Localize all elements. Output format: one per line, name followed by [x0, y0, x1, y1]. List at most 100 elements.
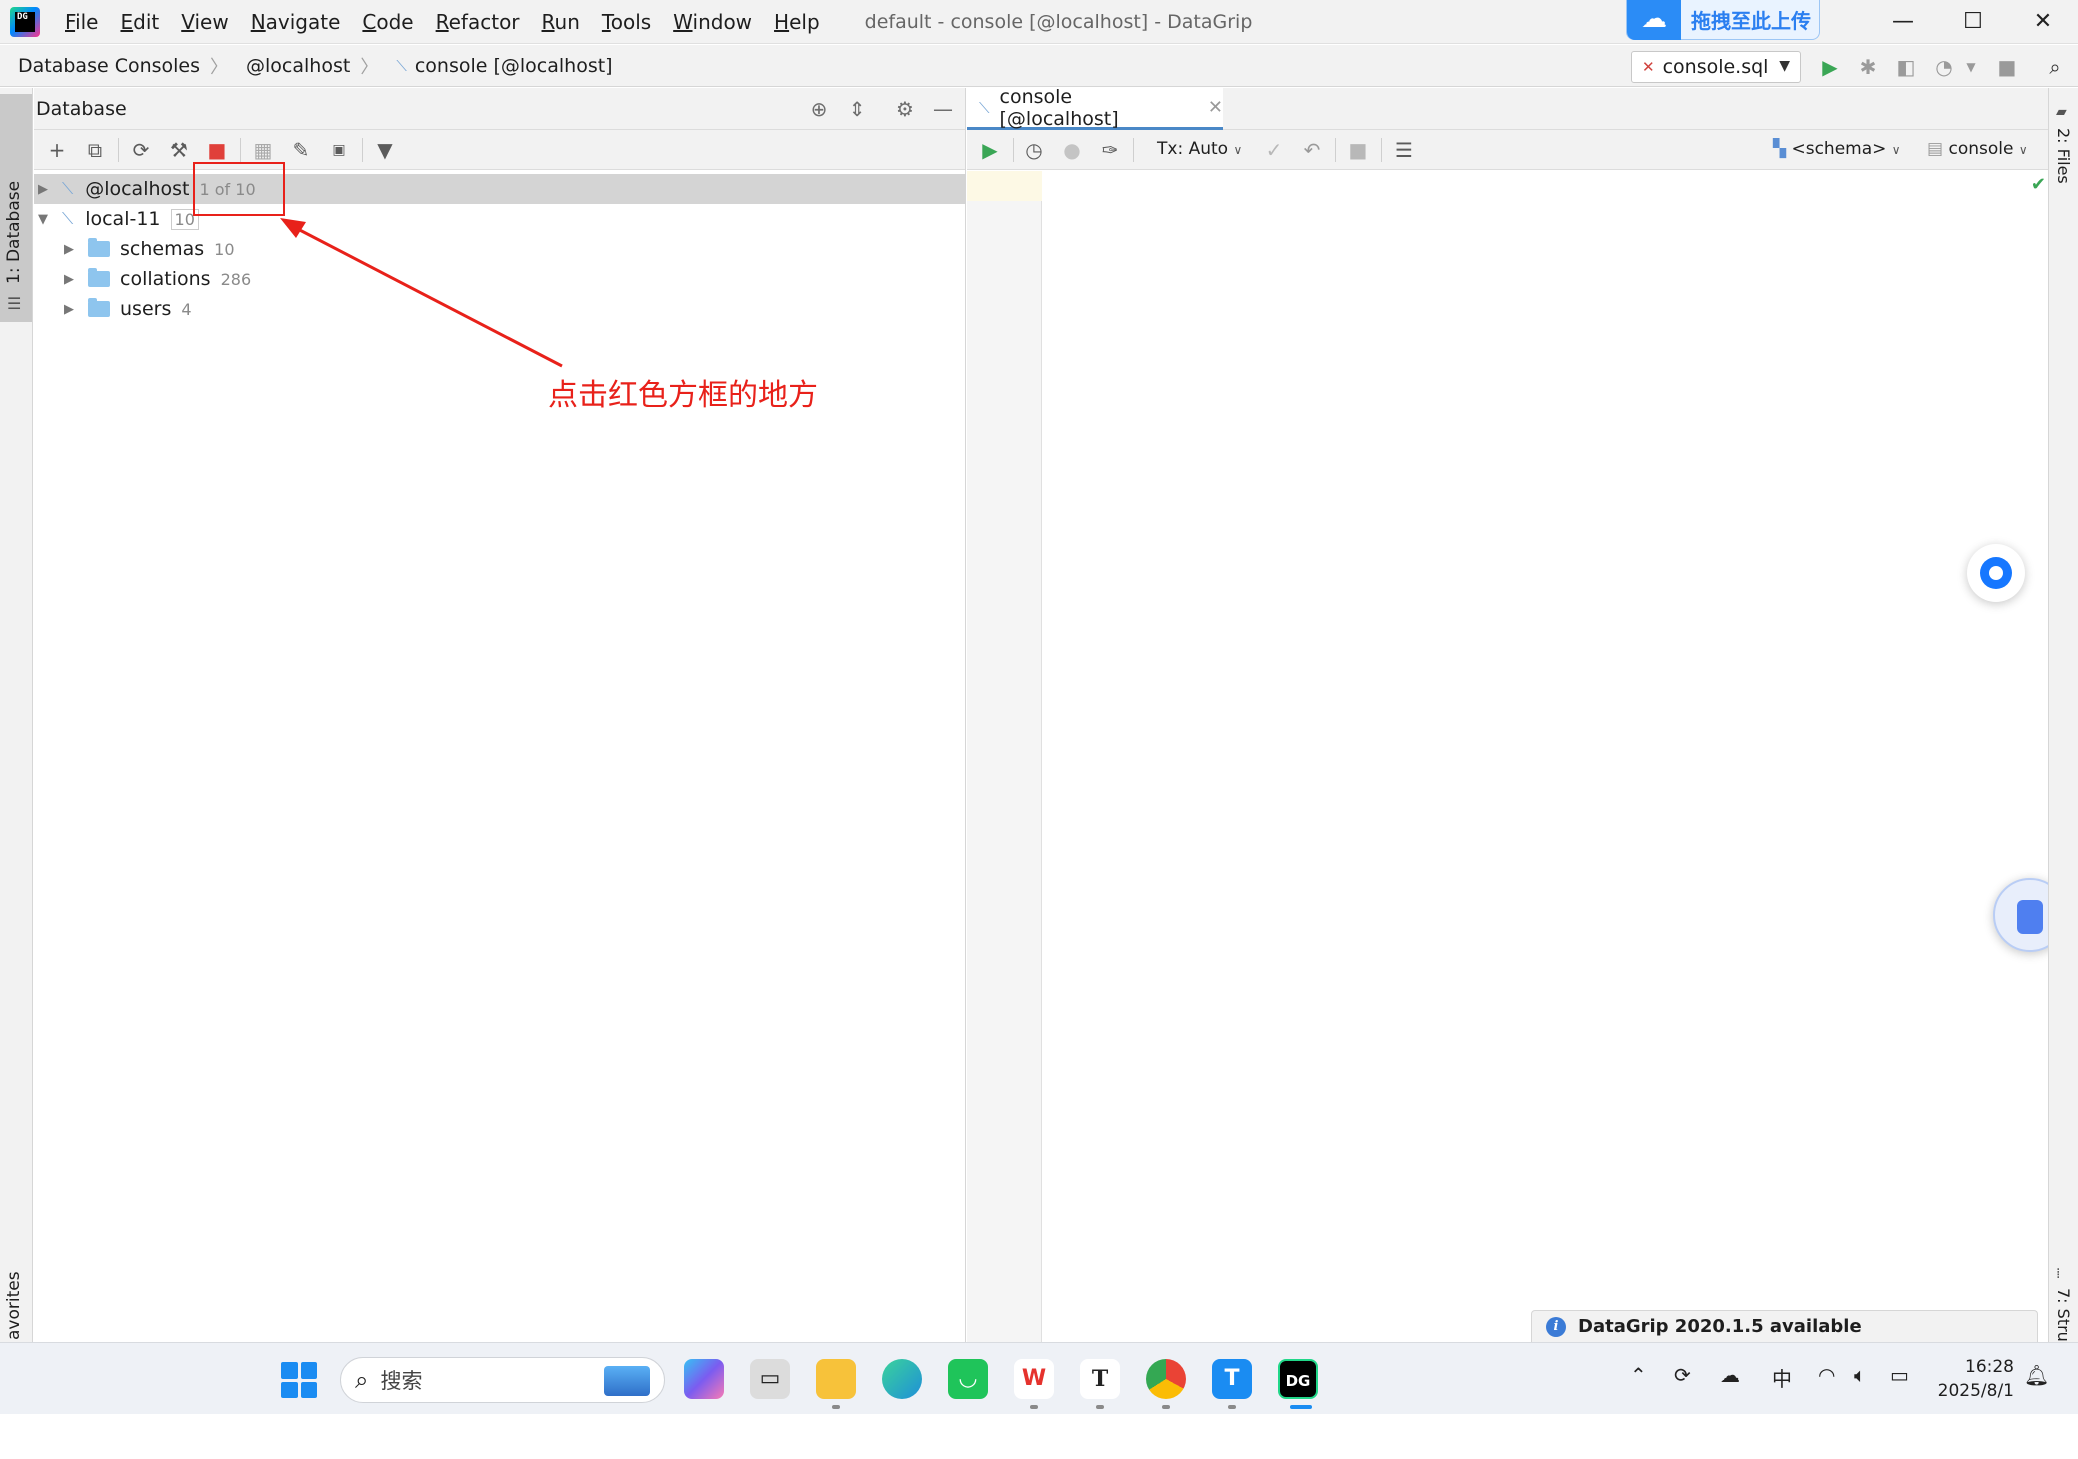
collapse-arrow-icon[interactable]: ▼ — [34, 212, 52, 227]
menu-window[interactable]: Window — [662, 10, 763, 34]
refresh-icon[interactable]: ⟳ — [126, 136, 156, 164]
menu-view[interactable]: View — [170, 10, 239, 34]
windows-start-icon[interactable] — [281, 1362, 317, 1398]
output-layout-icon[interactable]: ☰ — [1389, 136, 1419, 164]
stop-icon[interactable]: ■ — [1992, 53, 2022, 81]
navigation-bar: Database Consoles 〉 @localhost 〉 ⟍ conso… — [0, 45, 2078, 87]
floating-assistant-button[interactable] — [1967, 544, 2025, 602]
stop-icon[interactable]: ■ — [1343, 136, 1373, 164]
tree-node-collations[interactable]: ▶ collations 286 — [34, 264, 966, 294]
menu-edit[interactable]: Edit — [109, 10, 170, 34]
favorites-tool-tab[interactable]: avorites — [4, 1271, 24, 1340]
tab-console[interactable]: ⟍ console [@localhost] ✕ — [967, 85, 1223, 130]
menu-refactor[interactable]: Refactor — [425, 10, 531, 34]
editor-toolbar: ▶ ◷ ● ✑ Tx: Auto ∨ ✓ ↶ ■ ☰ ▚ <schema> ∨ … — [967, 130, 2048, 170]
explain-plan-icon[interactable]: ● — [1057, 136, 1087, 164]
battery-icon[interactable]: ▭ — [1890, 1363, 1909, 1387]
typora-icon[interactable]: T — [1080, 1359, 1120, 1399]
file-explorer-icon[interactable] — [816, 1359, 856, 1399]
menu-file[interactable]: File — [54, 10, 109, 34]
profile-icon[interactable]: ◔ — [1929, 53, 1959, 81]
execute-icon[interactable]: ▶ — [975, 136, 1005, 164]
wifi-icon[interactable]: ◠ — [1818, 1363, 1835, 1387]
expand-arrow-icon[interactable]: ▶ — [60, 272, 78, 287]
console-icon: ▤ — [1927, 139, 1944, 159]
run-configuration-select[interactable]: ✕ console.sql ▼ — [1631, 51, 1801, 83]
tab-label: console [@localhost] — [999, 85, 1119, 130]
rollback-icon[interactable]: ↶ — [1297, 136, 1327, 164]
coverage-icon[interactable]: ◧ — [1891, 53, 1921, 81]
copilot-icon[interactable] — [684, 1359, 724, 1399]
breadcrumb-item-console[interactable]: console [@localhost] — [415, 55, 613, 77]
hide-panel-icon[interactable]: — — [928, 96, 958, 122]
table-icon[interactable]: ▦ — [248, 136, 278, 164]
tray-overflow-icon[interactable]: ⌃ — [1630, 1363, 1647, 1387]
folder-icon — [88, 298, 110, 317]
sync-icon[interactable]: ⟳ — [1674, 1363, 1691, 1387]
menu-help[interactable]: Help — [763, 10, 831, 34]
upload-drop-target[interactable]: ☁ 拖拽至此上传 — [1626, 0, 1820, 40]
tree-node-local-11[interactable]: ▼ ⟍ local-11 10 — [34, 204, 966, 234]
menu-navigate[interactable]: Navigate — [240, 10, 352, 34]
tree-node-localhost[interactable]: ▶ ⟍ @localhost 1 of 10 — [34, 174, 966, 204]
current-line-highlight — [967, 171, 1042, 201]
breadcrumb-item-localhost[interactable]: @localhost — [246, 55, 350, 77]
query-console-icon[interactable]: ▣ — [324, 136, 354, 164]
duplicate-icon[interactable]: ⧉ — [80, 136, 110, 164]
files-tool-tab[interactable]: 2: Files — [2054, 128, 2073, 184]
console-select[interactable]: ▤ console ∨ — [1927, 139, 2028, 159]
ime-indicator[interactable]: 中 — [1772, 1363, 1792, 1392]
gear-icon[interactable]: ⚙ — [890, 96, 920, 122]
tree-node-users[interactable]: ▶ users 4 — [34, 294, 966, 324]
close-tab-icon[interactable]: ✕ — [1208, 97, 1223, 118]
update-notification[interactable]: i DataGrip 2020.1.5 available — [1531, 1310, 2038, 1342]
wechat-app-icon[interactable]: ◡ — [948, 1359, 988, 1399]
t-app-icon[interactable]: T — [1212, 1359, 1252, 1399]
volume-icon[interactable]: 🔈︎ — [1854, 1363, 1866, 1387]
chevron-down-icon[interactable]: ▼ — [1956, 53, 1986, 81]
close-window-button[interactable]: ✕ — [2008, 0, 2078, 44]
chrome-icon[interactable] — [1146, 1359, 1186, 1399]
commit-icon[interactable]: ✓ — [1259, 136, 1289, 164]
menu-tools[interactable]: Tools — [591, 10, 662, 34]
taskbar-clock[interactable]: 16:28 2025/8/1 — [1930, 1355, 2014, 1403]
expand-arrow-icon[interactable]: ▶ — [60, 302, 78, 317]
toolbar-divider — [1013, 138, 1014, 162]
console-icon: ⟍ — [396, 56, 407, 75]
wps-icon[interactable]: W — [1014, 1359, 1054, 1399]
clock-time: 16:28 — [1965, 1357, 2014, 1377]
menu-code[interactable]: Code — [351, 10, 424, 34]
database-tool-tab[interactable]: 1: Database ☰ — [0, 94, 32, 322]
onedrive-icon[interactable]: ☁ — [1720, 1363, 1740, 1387]
structure-tool-tab[interactable]: 7: Stru — [2054, 1288, 2073, 1342]
run-icon[interactable]: ▶ — [1815, 53, 1845, 81]
maximize-button[interactable]: ☐ — [1938, 0, 2008, 44]
expand-arrow-icon[interactable]: ▶ — [60, 242, 78, 257]
properties-icon[interactable]: ⚒ — [164, 136, 194, 164]
task-view-icon[interactable]: ▭ — [750, 1359, 790, 1399]
stop-icon[interactable]: ■ — [202, 136, 232, 164]
collapse-all-icon[interactable]: ⇕ — [842, 96, 872, 122]
expand-arrow-icon[interactable]: ▶ — [34, 182, 52, 197]
taskbar-search-input[interactable]: ⌕ 搜索 — [340, 1357, 665, 1403]
edit-icon[interactable]: ✎ — [286, 136, 316, 164]
datagrip-taskbar-icon[interactable]: DG — [1278, 1359, 1318, 1399]
notification-bell-icon[interactable]: 🔔︎ — [2024, 1363, 2049, 1387]
locate-icon[interactable]: ⊕ — [804, 96, 834, 122]
search-everywhere-icon[interactable]: ⌕ — [2040, 53, 2070, 81]
breadcrumb-item-database-consoles[interactable]: Database Consoles — [18, 55, 200, 77]
menu-run[interactable]: Run — [531, 10, 591, 34]
filter-icon[interactable]: ▼ — [370, 136, 400, 164]
sql-file-icon: ✕ — [1642, 58, 1655, 76]
edge-icon[interactable] — [882, 1359, 922, 1399]
editor-gutter — [967, 171, 1042, 1342]
schema-select[interactable]: ▚ <schema> ∨ — [1773, 139, 1901, 159]
debug-icon[interactable]: ✱ — [1853, 53, 1883, 81]
minimize-button[interactable]: — — [1868, 0, 1938, 44]
settings-wrench-icon[interactable]: ✑ — [1095, 136, 1125, 164]
history-icon[interactable]: ◷ — [1019, 136, 1049, 164]
transaction-mode-select[interactable]: Tx: Auto ∨ — [1157, 139, 1242, 159]
annotation-highlight-box — [193, 162, 285, 216]
tree-node-schemas[interactable]: ▶ schemas 10 — [34, 234, 966, 264]
add-icon[interactable]: + — [42, 136, 72, 164]
